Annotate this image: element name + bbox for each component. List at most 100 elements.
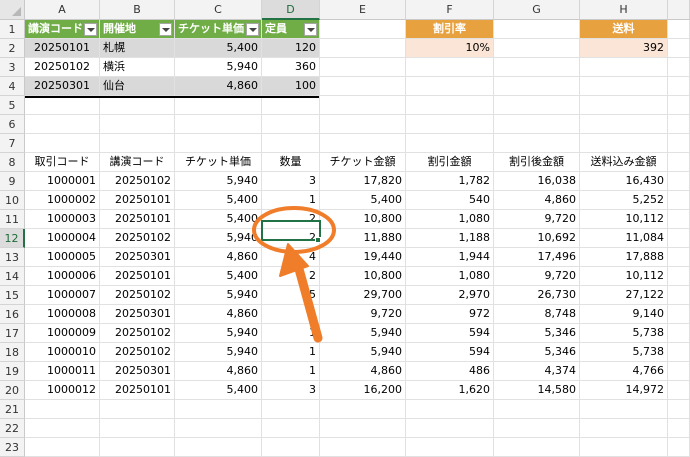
orders-cell[interactable]: 9,720: [494, 267, 580, 286]
shipping-value[interactable]: 392: [580, 39, 668, 58]
grid-cell[interactable]: [668, 419, 690, 438]
orders-header-cell[interactable]: 送料込み金額: [580, 153, 668, 172]
orders-cell[interactable]: 17,888: [580, 248, 668, 267]
row-header-22[interactable]: 22: [0, 419, 25, 438]
grid-cell[interactable]: [262, 115, 320, 134]
grid-cell[interactable]: [406, 438, 494, 457]
orders-cell[interactable]: 11,880: [320, 229, 406, 248]
orders-cell[interactable]: 20250301: [100, 248, 175, 267]
table-cell[interactable]: 360: [262, 58, 320, 77]
grid-cell[interactable]: [406, 77, 494, 96]
orders-cell[interactable]: 10,112: [580, 267, 668, 286]
table-cell[interactable]: 100: [262, 77, 320, 96]
grid-cell[interactable]: [668, 305, 690, 324]
orders-cell[interactable]: 20250301: [100, 305, 175, 324]
grid-cell[interactable]: [668, 343, 690, 362]
row-header-6[interactable]: 6: [0, 115, 25, 134]
grid-cell[interactable]: [494, 438, 580, 457]
orders-cell[interactable]: 5,400: [175, 191, 262, 210]
grid-cell[interactable]: [668, 134, 690, 153]
orders-cell[interactable]: 1,080: [406, 210, 494, 229]
column-header-a[interactable]: A: [25, 0, 100, 20]
table-cell[interactable]: 120: [262, 39, 320, 58]
orders-cell[interactable]: 1000001: [25, 172, 100, 191]
grid-cell[interactable]: [668, 58, 690, 77]
grid-cell[interactable]: [25, 96, 100, 115]
grid-cell[interactable]: [25, 115, 100, 134]
orders-cell[interactable]: 27,122: [580, 286, 668, 305]
grid-cell[interactable]: [175, 419, 262, 438]
grid-cell[interactable]: [494, 20, 580, 39]
orders-cell[interactable]: 1,080: [406, 267, 494, 286]
grid-cell[interactable]: [668, 267, 690, 286]
orders-header-cell[interactable]: 割引金額: [406, 153, 494, 172]
grid-cell[interactable]: [580, 438, 668, 457]
orders-header-cell[interactable]: 講演コード: [100, 153, 175, 172]
select-all-button[interactable]: [0, 0, 25, 20]
table-cell[interactable]: 20250301: [25, 77, 100, 96]
orders-cell[interactable]: 2: [262, 267, 320, 286]
orders-cell[interactable]: 1000012: [25, 381, 100, 400]
orders-header-cell[interactable]: チケット金額: [320, 153, 406, 172]
column-header-h[interactable]: H: [580, 0, 668, 20]
grid-cell[interactable]: [320, 58, 406, 77]
grid-cell[interactable]: [406, 400, 494, 419]
orders-cell[interactable]: 1000009: [25, 324, 100, 343]
column-header-e[interactable]: E: [320, 0, 406, 20]
grid-cell[interactable]: [320, 400, 406, 419]
orders-cell[interactable]: 20250102: [100, 343, 175, 362]
orders-cell[interactable]: 2: [262, 210, 320, 229]
orders-cell[interactable]: 1000002: [25, 191, 100, 210]
orders-cell[interactable]: 1000010: [25, 343, 100, 362]
orders-cell[interactable]: 14,972: [580, 381, 668, 400]
orders-cell[interactable]: 4,860: [175, 305, 262, 324]
fill-handle[interactable]: [315, 237, 321, 243]
orders-cell[interactable]: 1: [262, 362, 320, 381]
orders-cell[interactable]: 5,400: [175, 210, 262, 229]
grid-cell[interactable]: [668, 115, 690, 134]
orders-header-cell[interactable]: 取引コード: [25, 153, 100, 172]
grid-cell[interactable]: [100, 134, 175, 153]
grid-cell[interactable]: [320, 115, 406, 134]
orders-cell[interactable]: 10,800: [320, 210, 406, 229]
orders-cell[interactable]: 594: [406, 343, 494, 362]
orders-cell[interactable]: 4,860: [494, 191, 580, 210]
row-header-9[interactable]: 9: [0, 172, 25, 191]
orders-cell[interactable]: 1,188: [406, 229, 494, 248]
row-header-7[interactable]: 7: [0, 134, 25, 153]
grid-cell[interactable]: [320, 438, 406, 457]
orders-cell[interactable]: 20250102: [100, 324, 175, 343]
orders-cell[interactable]: 486: [406, 362, 494, 381]
grid-cell[interactable]: [175, 400, 262, 419]
grid-cell[interactable]: [100, 419, 175, 438]
orders-cell[interactable]: 1,620: [406, 381, 494, 400]
orders-cell[interactable]: 16,430: [580, 172, 668, 191]
grid-cell[interactable]: [25, 419, 100, 438]
grid-cell[interactable]: [580, 134, 668, 153]
grid-cell[interactable]: [580, 96, 668, 115]
grid-cell[interactable]: [262, 400, 320, 419]
orders-cell[interactable]: 17,820: [320, 172, 406, 191]
filter-dropdown-button[interactable]: [159, 23, 172, 36]
column-header-d[interactable]: D: [262, 0, 320, 20]
column-header-g[interactable]: G: [494, 0, 580, 20]
grid-cell[interactable]: [100, 400, 175, 419]
orders-cell[interactable]: 3: [262, 172, 320, 191]
orders-cell[interactable]: 1000003: [25, 210, 100, 229]
grid-cell[interactable]: [668, 77, 690, 96]
grid-cell[interactable]: [406, 115, 494, 134]
orders-cell[interactable]: 5,346: [494, 324, 580, 343]
grid-cell[interactable]: [668, 96, 690, 115]
table-cell[interactable]: 20250101: [25, 39, 100, 58]
orders-cell[interactable]: 5,940: [175, 324, 262, 343]
row-header-23[interactable]: 23: [0, 438, 25, 457]
filter-dropdown-button[interactable]: [246, 23, 259, 36]
table-cell[interactable]: 5,940: [175, 58, 262, 77]
grid-cell[interactable]: [262, 134, 320, 153]
orders-cell[interactable]: 5,738: [580, 343, 668, 362]
grid-cell[interactable]: [320, 419, 406, 438]
row-header-2[interactable]: 2: [0, 39, 25, 58]
orders-cell[interactable]: 1000011: [25, 362, 100, 381]
orders-cell[interactable]: 5,400: [175, 267, 262, 286]
table-cell[interactable]: 5,400: [175, 39, 262, 58]
